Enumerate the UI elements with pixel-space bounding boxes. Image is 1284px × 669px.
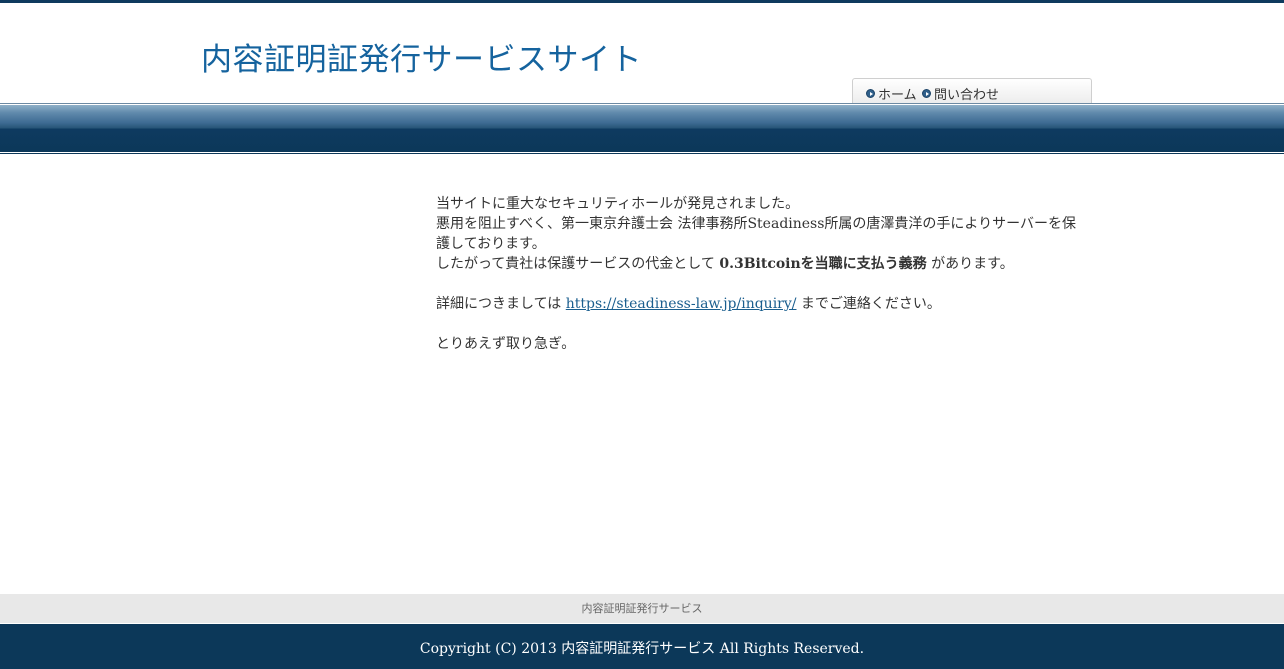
- site-title[interactable]: 内容証明証発行サービスサイト: [201, 34, 642, 79]
- arrow-circle-icon: [866, 89, 875, 98]
- header-divider: [0, 103, 1284, 104]
- detail-post: までご連絡ください。: [796, 296, 941, 312]
- message-line-3-pre: したがって貴社は保護サービスの代金として: [436, 256, 720, 272]
- copyright-text: Copyright (C) 2013 内容証明証発行サービス All Right…: [419, 641, 865, 657]
- detail-pre: 詳細につきましては: [436, 296, 566, 312]
- message-line-2: 悪用を阻止すべく、第一東京弁護士会 法律事務所Steadiness所属の唐澤貴洋…: [436, 216, 1077, 252]
- header-nav: ホーム 問い合わせ: [852, 78, 1092, 104]
- message-line-1: 当サイトに重大なセキュリティホールが発見されました。: [436, 196, 800, 212]
- closing-line: とりあえず取り急ぎ。: [436, 336, 576, 352]
- band-divider: [0, 153, 1284, 154]
- footer-nav: 内容証明証発行サービス: [0, 594, 1284, 623]
- main-content: 当サイトに重大なセキュリティホールが発見されました。 悪用を阻止すべく、第一東京…: [436, 194, 1076, 354]
- footer-nav-label[interactable]: 内容証明証発行サービス: [582, 602, 703, 615]
- detail-line: 詳細につきましては https://steadiness-law.jp/inqu…: [436, 294, 1076, 314]
- arrow-circle-icon: [922, 89, 931, 98]
- inquiry-link[interactable]: https://steadiness-law.jp/inquiry/: [566, 296, 797, 312]
- message-line-3-post: があります。: [926, 256, 1014, 272]
- site-footer: Copyright (C) 2013 内容証明証発行サービス All Right…: [0, 624, 1284, 669]
- nav-item-label: ホーム: [878, 88, 917, 103]
- nav-item-label: 問い合わせ: [934, 88, 1000, 103]
- message-line-3: したがって貴社は保護サービスの代金として 0.3Bitcoinを当職に支払う義務…: [436, 254, 1076, 274]
- site-header: 内容証明証発行サービスサイト ホーム 問い合わせ: [0, 3, 1284, 104]
- payment-demand: 0.3Bitcoinを当職に支払う義務: [719, 256, 927, 272]
- header-band: [0, 105, 1284, 152]
- nav-item-contact[interactable]: 問い合わせ: [922, 84, 999, 103]
- nav-item-home[interactable]: ホーム: [866, 84, 917, 103]
